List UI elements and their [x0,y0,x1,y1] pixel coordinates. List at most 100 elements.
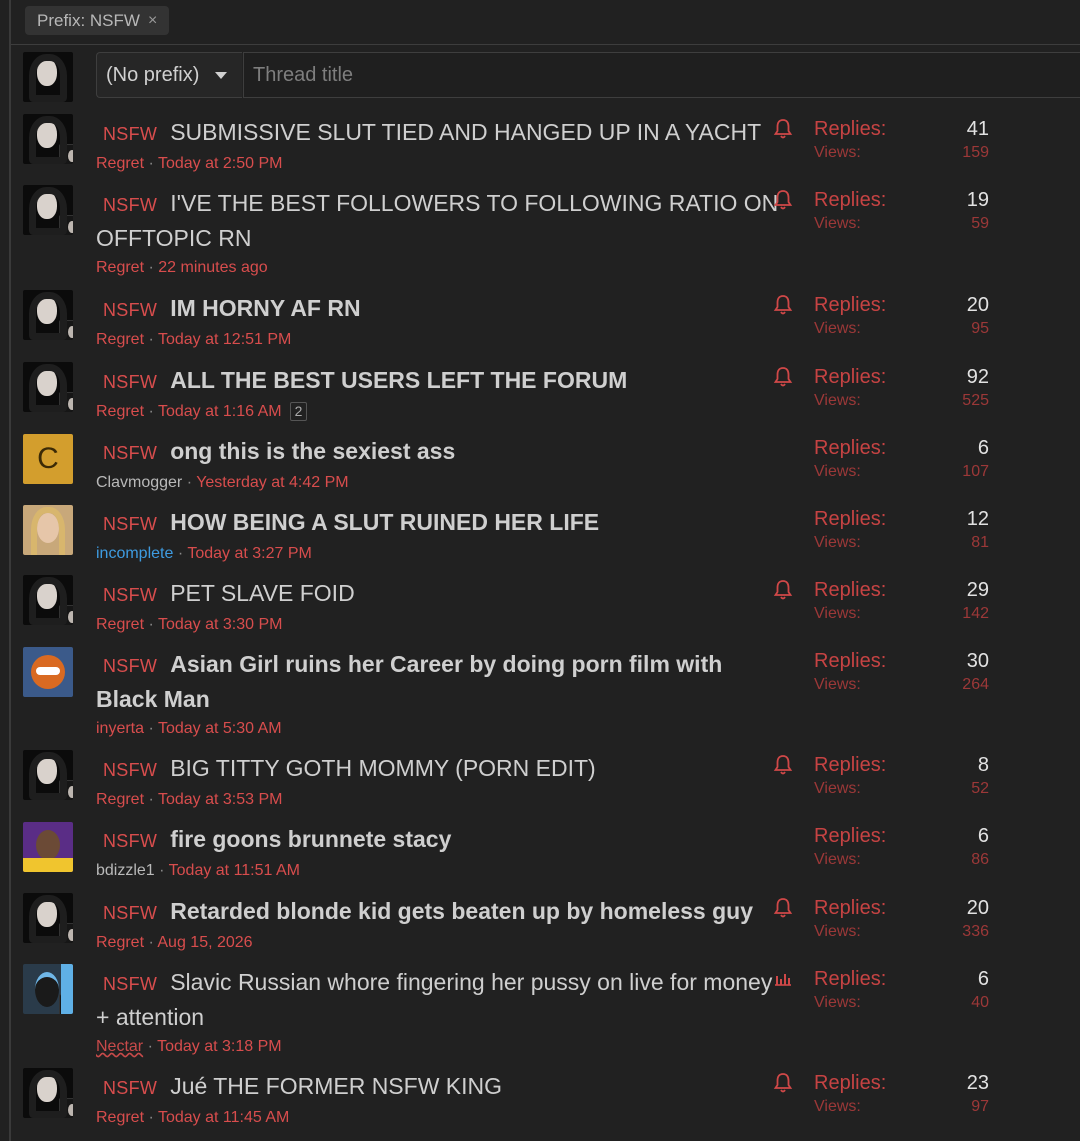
avatar[interactable] [23,290,73,340]
thread-title[interactable]: BIG TITTY GOTH MOMMY (PORN EDIT) [170,755,596,781]
thread-title[interactable]: PET SLAVE FOID [170,580,354,606]
prefix-filter-label: Prefix: NSFW [37,11,140,30]
thread-author[interactable]: Regret [96,1109,144,1126]
thread-main: NSFW IM HORNY AF RN Regret · Today at 12:… [96,292,781,352]
thread-title-input[interactable] [243,52,1080,98]
thread-date[interactable]: Today at 3:53 PM [158,791,283,808]
replies-count: 29 [966,579,989,601]
avatar[interactable] [23,362,73,412]
thread-author[interactable]: Nectar [96,1038,143,1055]
avatar[interactable] [23,575,73,625]
participant-avatar[interactable] [59,605,73,625]
thread-title-line: NSFW Asian Girl ruins her Career by doing… [96,648,781,716]
thread-author[interactable]: Regret [96,791,144,808]
prefix-label[interactable]: NSFW [103,300,157,320]
thread-date[interactable]: Today at 2:50 PM [158,155,283,172]
thread-title[interactable]: Asian Girl ruins her Career by doing por… [96,651,722,712]
avatar[interactable]: C [23,434,73,484]
prefix-select[interactable]: (No prefix) [96,52,242,98]
participant-avatar[interactable] [59,392,73,412]
bell-icon [773,189,793,211]
prefix-label[interactable]: NSFW [103,443,157,463]
thread-date[interactable]: Today at 1:16 AM [158,403,282,420]
thread-title[interactable]: SUBMISSIVE SLUT TIED AND HANGED UP IN A … [170,119,761,145]
thread-stats: Replies: 19 Views: 59 [814,189,989,241]
avatar[interactable] [23,505,73,555]
thread-meta: Nectar · Today at 3:18 PM [96,1038,282,1055]
thread-title[interactable]: IM HORNY AF RN [170,295,360,321]
replies-label: Replies: [814,366,887,388]
participant-avatar[interactable] [59,780,73,800]
thread-author[interactable]: Clavmogger [96,474,182,491]
thread-date[interactable]: Today at 12:51 PM [158,331,291,348]
avatar[interactable] [23,822,73,872]
views-count: 336 [962,923,989,940]
avatar[interactable] [23,185,73,235]
participant-avatar[interactable] [59,923,73,943]
prefix-label[interactable]: NSFW [103,372,157,392]
thread-title[interactable]: ALL THE BEST USERS LEFT THE FORUM [170,367,627,393]
thread-author[interactable]: bdizzle1 [96,862,155,879]
prefix-label[interactable]: NSFW [103,195,157,215]
thread-meta: Regret · Today at 3:30 PM [96,616,283,633]
replies-label: Replies: [814,118,887,140]
thread-author[interactable]: Regret [96,259,144,276]
participant-avatar[interactable] [59,144,73,164]
avatar[interactable] [23,114,73,164]
thread-date[interactable]: Today at 3:27 PM [187,545,312,562]
prefix-label[interactable]: NSFW [103,585,157,605]
prefix-filter-chip[interactable]: Prefix: NSFW × [25,6,170,35]
prefix-label[interactable]: NSFW [103,124,157,144]
filter-bar: Prefix: NSFW × [11,0,1080,45]
thread-author[interactable]: Regret [96,331,144,348]
close-icon[interactable]: × [148,6,157,35]
thread-date[interactable]: Aug 15, 2026 [157,934,252,951]
avatar[interactable] [23,750,73,800]
thread-title[interactable]: Retarded blonde kid gets beaten up by ho… [170,898,753,924]
participant-avatar[interactable] [59,994,73,1014]
thread-title[interactable]: I'VE THE BEST FOLLOWERS TO FOLLOWING RAT… [96,190,778,251]
prefix-label[interactable]: NSFW [103,760,157,780]
participant-avatar[interactable] [59,215,73,235]
prefix-label[interactable]: NSFW [103,1078,157,1098]
avatar[interactable] [23,893,73,943]
prefix-label[interactable]: NSFW [103,831,157,851]
thread-author[interactable]: Regret [96,616,144,633]
prefix-label[interactable]: NSFW [103,903,157,923]
thread-title[interactable]: HOW BEING A SLUT RUINED HER LIFE [170,509,599,535]
thread-author[interactable]: Regret [96,934,144,951]
participant-avatar[interactable] [59,320,73,340]
avatar[interactable] [23,647,73,697]
thread-date[interactable]: Today at 3:30 PM [158,616,283,633]
page-jump-2[interactable]: 2 [289,402,308,422]
replies-label: Replies: [814,825,887,847]
prefix-label[interactable]: NSFW [103,974,157,994]
thread-date[interactable]: Yesterday at 4:42 PM [196,474,348,491]
thread-date[interactable]: Today at 5:30 AM [158,720,282,737]
thread-author[interactable]: inyerta [96,720,144,737]
thread-title[interactable]: Jué THE FORMER NSFW KING [170,1073,502,1099]
avatar[interactable] [23,52,73,102]
thread-author[interactable]: incomplete [96,545,173,562]
thread-author[interactable]: Regret [96,155,144,172]
poll-icon [773,968,793,990]
avatar[interactable] [23,1068,73,1118]
replies-label: Replies: [814,650,887,672]
thread-title-line: NSFW Slavic Russian whore fingering her p… [96,966,781,1034]
thread-author[interactable]: Regret [96,403,144,420]
prefix-label[interactable]: NSFW [103,656,157,676]
views-label: Views: [814,534,861,551]
thread-main: NSFW ALL THE BEST USERS LEFT THE FORUM Re… [96,364,781,424]
replies-label: Replies: [814,754,887,776]
thread-date[interactable]: Today at 11:51 AM [169,862,300,879]
thread-main: NSFW Retarded blonde kid gets beaten up b… [96,895,781,955]
thread-date[interactable]: Today at 11:45 AM [158,1109,289,1126]
thread-title[interactable]: Slavic Russian whore fingering her pussy… [96,969,772,1030]
thread-title[interactable]: fire goons brunnete stacy [170,826,451,852]
thread-title[interactable]: ong this is the sexiest ass [170,438,455,464]
thread-date[interactable]: 22 minutes ago [158,259,267,276]
avatar[interactable] [23,964,73,1014]
thread-date[interactable]: Today at 3:18 PM [157,1038,282,1055]
participant-avatar[interactable] [59,1098,73,1118]
prefix-label[interactable]: NSFW [103,514,157,534]
